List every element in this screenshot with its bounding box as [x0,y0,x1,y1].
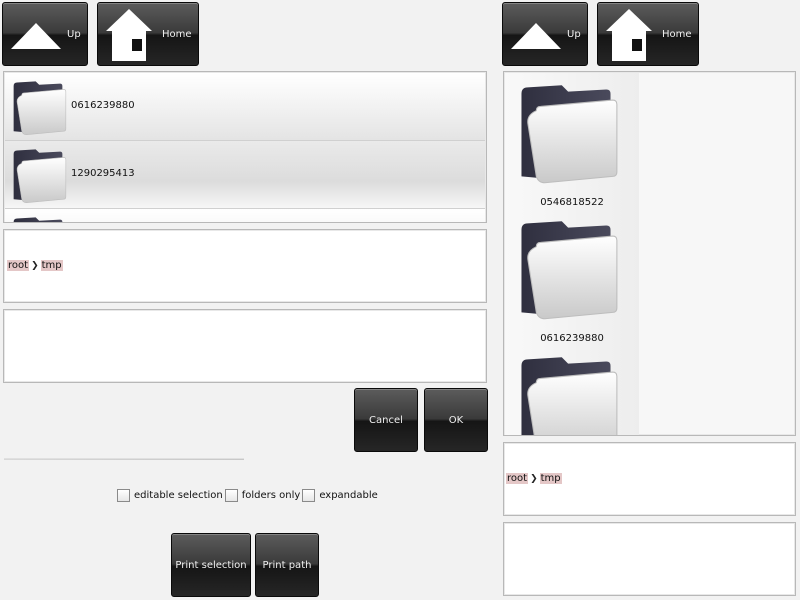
breadcrumb: root ❯ tmp [7,260,63,271]
options-row: editable selection folders only expandab… [117,489,380,502]
right-up-button[interactable]: Up [502,2,588,66]
grid-item[interactable]: 0616239880 [505,209,639,345]
chevron-right-icon: ❯ [31,260,39,271]
editable-selection-checkbox[interactable] [117,489,130,502]
cancel-button[interactable]: Cancel [354,388,418,452]
folders-only-label: folders only [241,490,301,501]
list-item-partial[interactable] [5,209,485,223]
home-icon [606,9,652,61]
grid-item-label: 0546818522 [540,197,604,208]
folder-icon [513,217,619,323]
option-expandable[interactable]: expandable [302,489,378,502]
list-item[interactable]: 1290295413 [5,141,485,209]
cancel-label: Cancel [369,414,403,426]
left-path-bar: root ❯ tmp [3,229,487,303]
grid-item-partial[interactable] [505,345,639,436]
list-item[interactable]: 0616239880 [5,73,485,141]
folder-icon [9,215,67,223]
breadcrumb-tmp[interactable]: tmp [539,473,562,484]
folder-icon [9,79,67,137]
left-folder-list[interactable]: 0616239880 1290295413 [3,71,487,223]
print-selection-button[interactable]: Print selection [171,533,251,597]
chevron-right-icon: ❯ [530,473,538,484]
expandable-checkbox[interactable] [302,489,316,502]
option-folders-only[interactable]: folders only [224,489,301,502]
breadcrumb-root[interactable]: root [7,260,30,271]
up-arrow-icon [511,23,561,49]
ok-label: OK [448,414,464,426]
editable-selection-label: editable selection [134,490,223,501]
breadcrumb-root[interactable]: root [506,473,529,484]
grid-item[interactable]: 0546818522 [505,73,639,209]
left-home-button[interactable]: Home [97,2,199,66]
left-selection-box[interactable] [3,309,487,383]
folder-icon [513,353,619,436]
folder-icon [513,81,619,187]
list-item-label: 1290295413 [71,168,135,179]
divider [4,458,244,460]
right-folder-grid[interactable]: 0546818522 0616239880 [503,71,796,436]
home-icon [106,9,152,61]
grid-item-label: 0616239880 [540,333,604,344]
left-up-label: Up [67,29,81,40]
right-selection-box[interactable] [503,522,796,596]
print-selection-label: Print selection [175,559,247,571]
right-home-button[interactable]: Home [597,2,699,66]
ok-button[interactable]: OK [424,388,488,452]
left-up-button[interactable]: Up [2,2,88,66]
right-home-label: Home [662,29,692,40]
print-path-button[interactable]: Print path [255,533,319,597]
left-home-label: Home [162,29,192,40]
right-up-label: Up [567,29,581,40]
folder-icon [9,147,67,205]
up-arrow-icon [11,23,61,49]
list-item-label: 0616239880 [71,100,135,111]
folders-only-checkbox[interactable] [224,489,238,502]
expandable-label: expandable [319,490,378,501]
option-editable-selection[interactable]: editable selection [117,489,223,502]
right-path-bar: root ❯ tmp [503,442,796,516]
breadcrumb-tmp[interactable]: tmp [40,260,63,271]
breadcrumb: root ❯ tmp [506,473,562,484]
print-path-label: Print path [262,559,312,571]
